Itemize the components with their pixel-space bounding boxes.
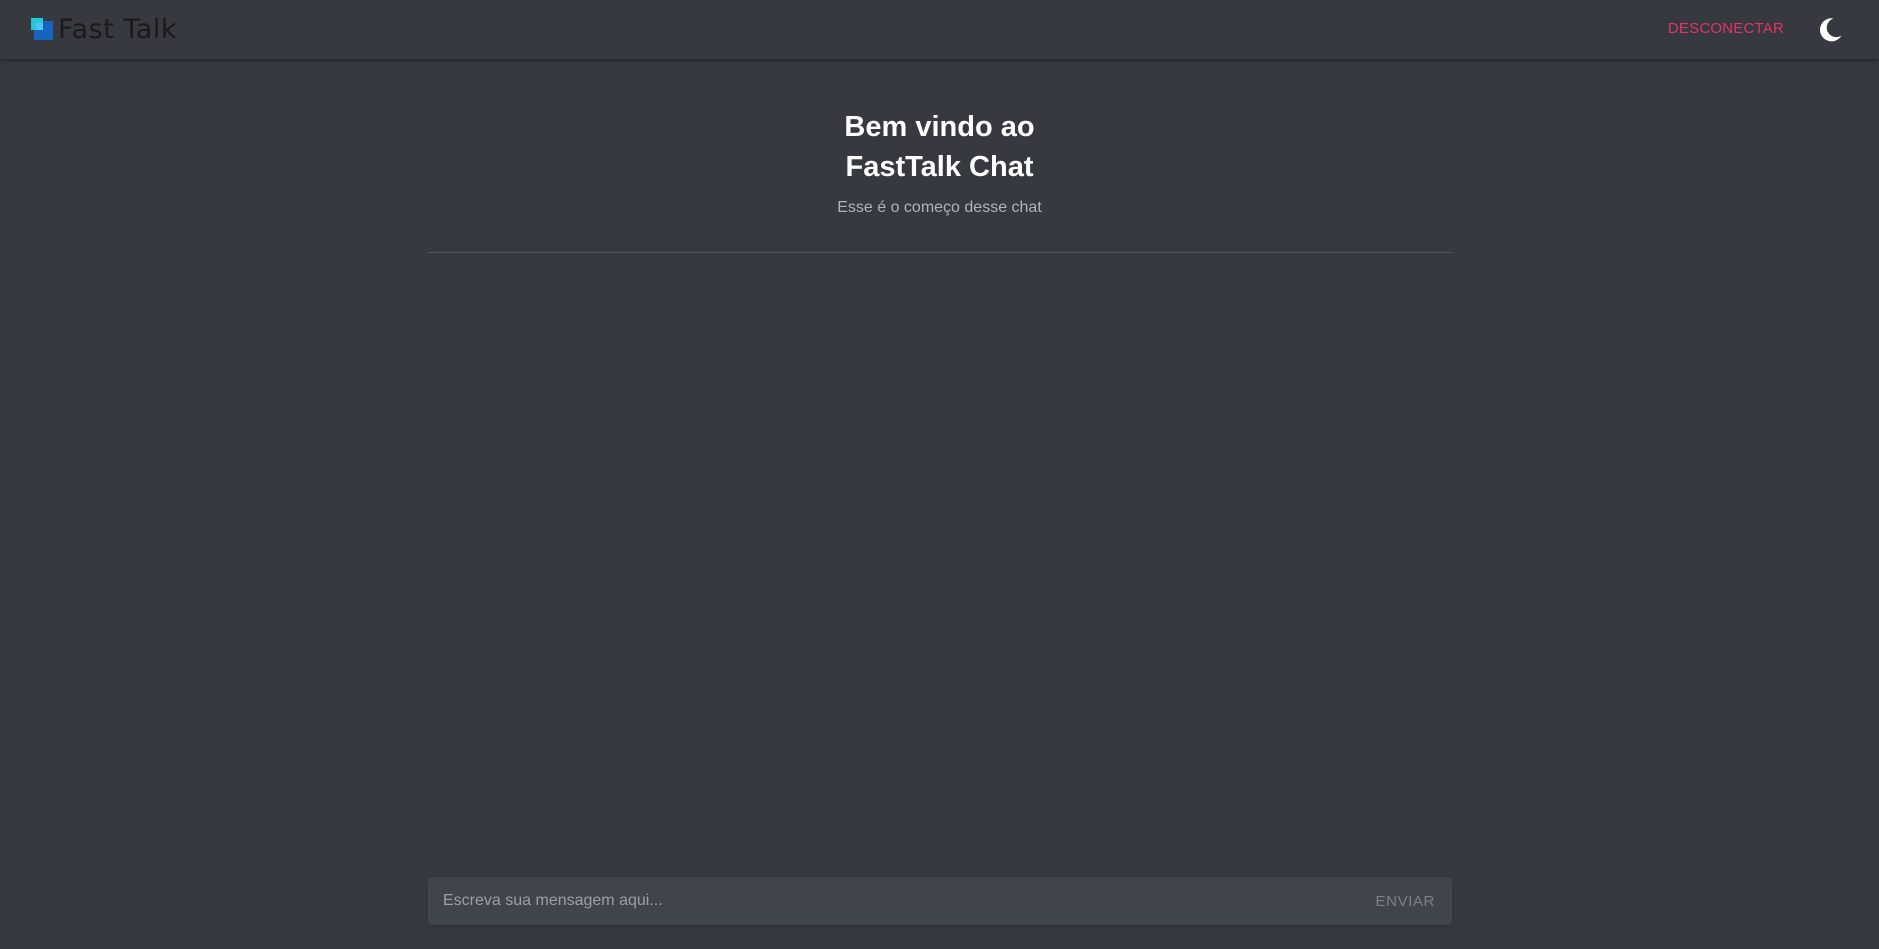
chat-welcome: Bem vindo ao FastTalk Chat Esse é o come… [0, 107, 1879, 217]
app-name: Fast Talk [58, 13, 178, 45]
send-button[interactable]: ENVIAR [1366, 877, 1452, 925]
welcome-title: Bem vindo ao FastTalk Chat [0, 107, 1879, 187]
message-input[interactable] [428, 877, 1366, 925]
top-navbar: Fast Talk DESCONECTAR [0, 0, 1879, 59]
app-logo[interactable]: Fast Talk [31, 13, 177, 45]
welcome-title-line2: FastTalk Chat [845, 151, 1034, 183]
welcome-title-line1: Bem vindo ao [844, 111, 1035, 143]
welcome-subtitle: Esse é o começo desse chat [837, 199, 1042, 216]
disconnect-button[interactable]: DESCONECTAR [1668, 20, 1784, 37]
message-composer: ENVIAR [428, 877, 1452, 925]
chat-divider [428, 252, 1453, 253]
theme-toggle-button[interactable] [1816, 16, 1844, 44]
fasttalk-logo-icon [31, 18, 53, 40]
moon-icon [1819, 18, 1842, 42]
